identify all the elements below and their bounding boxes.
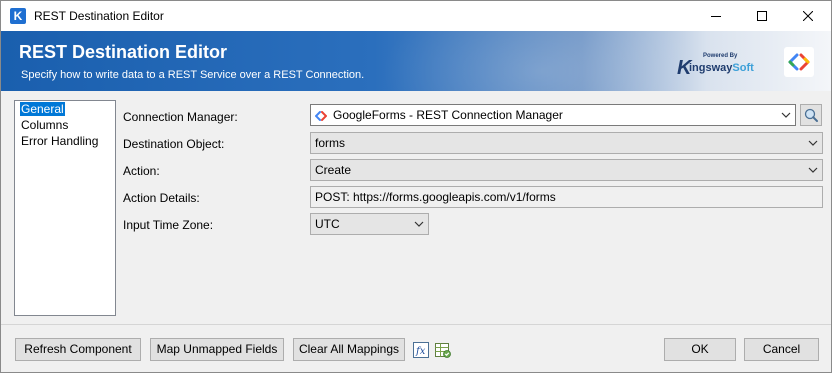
mapping-sheet-button[interactable] bbox=[434, 341, 452, 359]
destination-object-label: Destination Object: bbox=[123, 137, 225, 151]
brand-name: ingswaySoft bbox=[689, 62, 754, 74]
action-details-value: POST: https://forms.googleapis.com/v1/fo… bbox=[315, 190, 556, 204]
input-time-zone-label: Input Time Zone: bbox=[123, 218, 214, 232]
nav-item-general[interactable]: General bbox=[15, 101, 115, 117]
ok-button[interactable]: OK bbox=[664, 338, 736, 361]
svg-text:fx: fx bbox=[415, 346, 426, 357]
page-nav-list: General Columns Error Handling bbox=[14, 100, 116, 316]
close-icon bbox=[803, 11, 813, 21]
brand-powered-by: Powered By bbox=[703, 53, 738, 59]
map-unmapped-fields-button[interactable]: Map Unmapped Fields bbox=[150, 338, 284, 361]
minimize-button[interactable] bbox=[693, 1, 739, 31]
chevron-down-icon bbox=[781, 112, 791, 118]
chevron-down-icon bbox=[414, 221, 424, 227]
chevron-down-icon bbox=[808, 140, 818, 146]
banner-subtitle: Specify how to write data to a REST Serv… bbox=[21, 69, 365, 81]
nav-item-error-handling[interactable]: Error Handling bbox=[15, 133, 115, 149]
spreadsheet-icon bbox=[435, 343, 451, 358]
fx-icon: fx bbox=[413, 342, 429, 358]
cancel-button[interactable]: Cancel bbox=[744, 338, 819, 361]
app-icon: K bbox=[10, 8, 26, 24]
action-details-field[interactable]: POST: https://forms.googleapis.com/v1/fo… bbox=[310, 186, 823, 208]
window-title: REST Destination Editor bbox=[34, 9, 164, 23]
maximize-icon bbox=[757, 11, 767, 21]
google-forms-icon bbox=[315, 110, 327, 121]
action-label: Action: bbox=[123, 164, 160, 178]
refresh-component-button[interactable]: Refresh Component bbox=[15, 338, 141, 361]
connection-manager-label: Connection Manager: bbox=[123, 110, 238, 124]
banner-title: REST Destination Editor bbox=[19, 42, 228, 62]
close-button[interactable] bbox=[785, 1, 831, 31]
title-bar: K REST Destination Editor bbox=[1, 1, 831, 31]
clear-all-mappings-button[interactable]: Clear All Mappings bbox=[293, 338, 405, 361]
search-icon bbox=[804, 108, 818, 122]
chevron-down-icon bbox=[808, 167, 818, 173]
rest-service-logo bbox=[784, 47, 814, 77]
input-time-zone-value: UTC bbox=[315, 217, 340, 231]
kingswaysoft-logo: Powered By K ingswaySoft bbox=[677, 51, 767, 79]
action-value: Create bbox=[315, 163, 352, 177]
connection-lookup-button[interactable] bbox=[800, 104, 822, 126]
destination-object-value: forms bbox=[315, 136, 345, 150]
footer-divider bbox=[1, 324, 831, 325]
action-select[interactable]: Create bbox=[310, 159, 823, 181]
destination-object-select[interactable]: forms bbox=[310, 132, 823, 154]
connection-manager-select[interactable]: GoogleForms - REST Connection Manager bbox=[310, 104, 796, 126]
header-banner: REST Destination Editor Specify how to w… bbox=[1, 31, 831, 91]
nav-item-columns[interactable]: Columns bbox=[15, 117, 115, 133]
maximize-button[interactable] bbox=[739, 1, 785, 31]
connection-manager-value: GoogleForms - REST Connection Manager bbox=[333, 108, 563, 122]
expression-button[interactable]: fx bbox=[412, 341, 430, 359]
input-time-zone-select[interactable]: UTC bbox=[310, 213, 429, 235]
editor-window: K REST Destination Editor REST Destinati… bbox=[0, 0, 832, 373]
action-details-label: Action Details: bbox=[123, 191, 200, 205]
minimize-icon bbox=[711, 16, 721, 17]
